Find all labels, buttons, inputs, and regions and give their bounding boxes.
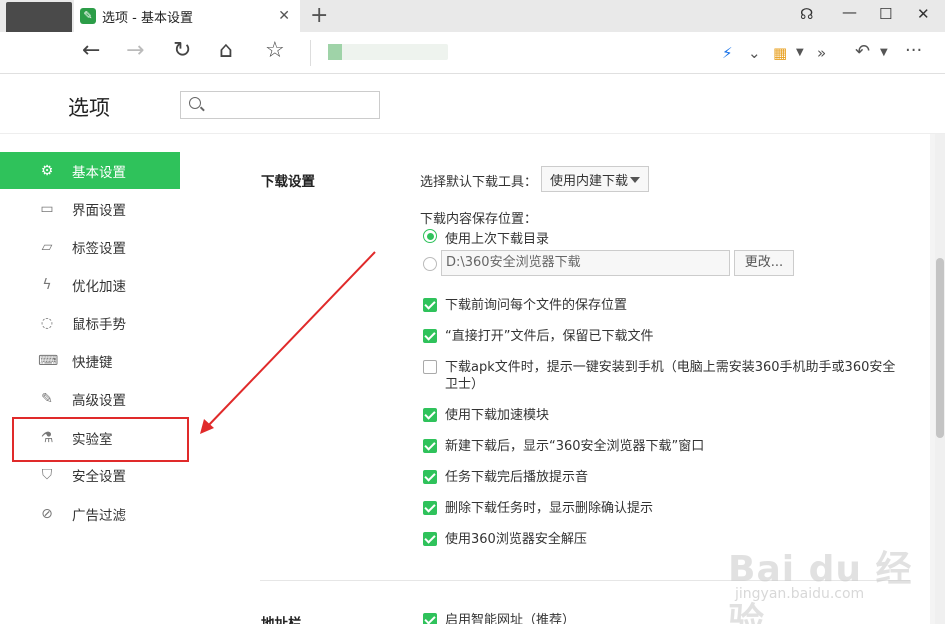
- close-window-icon[interactable]: ✕: [917, 5, 930, 23]
- sidebar-item-label: 界面设置: [72, 202, 126, 219]
- checkbox-confirm-delete[interactable]: [423, 501, 437, 515]
- sidebar-item-label: 鼠标手势: [72, 316, 126, 333]
- sidebar-item-shortcuts[interactable]: ⌨ 快捷键: [0, 342, 180, 379]
- page-title: 选项: [68, 96, 110, 120]
- checkbox-show-window[interactable]: [423, 439, 437, 453]
- checkbox-label: 下载前询问每个文件的保存位置: [445, 298, 628, 313]
- forward-icon[interactable]: →: [126, 38, 144, 63]
- checkbox-play-sound[interactable]: [423, 470, 437, 484]
- checkbox-label: 使用360浏览器安全解压: [445, 532, 587, 547]
- radio-custom-path[interactable]: [423, 257, 437, 271]
- favorite-star-icon[interactable]: ☆: [265, 38, 285, 63]
- chevron-down-icon: [630, 177, 640, 183]
- checkbox-apk-prompt[interactable]: [423, 360, 437, 374]
- apps-dropdown-icon[interactable]: ▼: [796, 47, 804, 58]
- checkbox-keep-opened[interactable]: [423, 329, 437, 343]
- sidebar-item-interface[interactable]: ▭ 界面设置: [0, 190, 180, 227]
- radio-last-directory-label: 使用上次下载目录: [445, 232, 550, 247]
- sidebar-item-basic[interactable]: ⚙ 基本设置: [0, 152, 180, 189]
- checkbox-label: 下载apk文件时，提示一键安装到手机（电脑上需安装360手机助手或360安全卫士…: [445, 360, 896, 392]
- address-separator: [310, 40, 311, 66]
- search-box[interactable]: [180, 91, 380, 119]
- keyboard-icon: ⌨: [38, 352, 59, 369]
- download-tool-select[interactable]: 使用内建下载: [541, 166, 649, 192]
- baidu-watermark: Bai du 经验: [728, 549, 913, 624]
- laptop-icon: ▱: [41, 238, 53, 255]
- checkbox-label: 启用智能网址（推荐）: [445, 613, 576, 624]
- sidebar-item-label: 高级设置: [72, 392, 126, 409]
- lightning-icon: ϟ: [42, 276, 52, 293]
- maximize-icon[interactable]: ☐: [879, 5, 892, 23]
- sidebar-item-label: 标签设置: [72, 240, 126, 257]
- gear-icon: ⚙: [40, 162, 54, 179]
- minimize-icon[interactable]: —: [842, 3, 857, 21]
- checkbox-label: 新建下载后，显示“360安全浏览器下载”窗口: [445, 439, 705, 454]
- toolbar: ← → ↻ ⌂ ☆ ⚡ ⌄ ▦ ▼ » ↶ ▼ ···: [0, 32, 945, 74]
- checkbox-accelerator[interactable]: [423, 408, 437, 422]
- sidebar-item-label: 优化加速: [72, 278, 126, 295]
- download-section-title: 下载设置: [261, 174, 315, 190]
- address-bar[interactable]: [328, 44, 448, 60]
- options-header: 选项: [0, 74, 945, 134]
- change-path-button[interactable]: 更改...: [734, 250, 794, 276]
- addressbar-section-title: 地址栏: [261, 616, 302, 624]
- back-icon[interactable]: ←: [82, 38, 100, 63]
- search-input[interactable]: [207, 95, 375, 115]
- radio-last-directory[interactable]: [423, 229, 437, 243]
- undo-dropdown-icon[interactable]: ▼: [880, 47, 888, 58]
- checkbox-label: 使用下载加速模块: [445, 408, 550, 423]
- checkbox-ask-location[interactable]: [423, 298, 437, 312]
- sidebar-item-tabs[interactable]: ▱ 标签设置: [0, 228, 180, 265]
- checkbox-label: 删除下载任务时，显示删除确认提示: [445, 501, 654, 516]
- scrollbar-thumb[interactable]: [936, 258, 944, 438]
- sidebar-item-label: 基本设置: [72, 164, 126, 181]
- block-icon: ⊘: [41, 505, 53, 522]
- sidebar-item-label: 快捷键: [72, 354, 113, 371]
- lab-highlight-box: [12, 417, 189, 462]
- search-icon: [189, 97, 201, 109]
- tab-options[interactable]: ✎ 选项 - 基本设置 ✕: [74, 0, 300, 32]
- download-path-field[interactable]: D:\360安全浏览器下载: [441, 250, 730, 276]
- checkbox-label: “直接打开”文件后，保留已下载文件: [445, 329, 654, 344]
- checkbox-smart-url[interactable]: [423, 613, 437, 624]
- window-icon: ▭: [40, 200, 54, 217]
- title-bar: ✎ 选项 - 基本设置 ✕ + ☊ — ☐ ✕: [0, 0, 945, 66]
- baidu-watermark-url: jingyan.baidu.com: [735, 586, 865, 602]
- mouse-icon: ◌: [40, 314, 54, 331]
- checkbox-safe-unzip[interactable]: [423, 532, 437, 546]
- shield-icon: ⛉: [41, 466, 53, 483]
- sidebar-item-label: 广告过滤: [72, 507, 126, 524]
- new-tab-button[interactable]: +: [310, 3, 328, 28]
- download-location-label: 下载内容保存位置：: [420, 212, 538, 227]
- lightning-icon[interactable]: ⚡: [722, 44, 733, 62]
- wrench-tab-icon: ✎: [80, 8, 96, 24]
- sidebar-item-label: 安全设置: [72, 468, 126, 485]
- chevron-down-icon[interactable]: ⌄: [748, 44, 761, 62]
- menu-dots-icon[interactable]: ···: [905, 40, 922, 61]
- home-icon[interactable]: ⌂: [219, 38, 233, 63]
- sidebar-item-mouse[interactable]: ◌ 鼠标手势: [0, 304, 180, 341]
- tab-title: 选项 - 基本设置: [102, 10, 193, 26]
- undo-icon[interactable]: ↶: [855, 41, 870, 62]
- skin-icon[interactable]: ☊: [800, 5, 813, 23]
- close-tab-icon[interactable]: ✕: [278, 8, 290, 24]
- refresh-icon[interactable]: ↻: [173, 38, 191, 63]
- sidebar-item-speed[interactable]: ϟ 优化加速: [0, 266, 180, 303]
- apps-icon[interactable]: ▦: [773, 44, 787, 62]
- checkbox-label: 任务下载完后播放提示音: [445, 470, 589, 485]
- sidebar-item-advanced[interactable]: ✎ 高级设置: [0, 380, 180, 417]
- download-tool-label: 选择默认下载工具：: [420, 175, 538, 190]
- download-tool-value: 使用内建下载: [550, 173, 629, 189]
- sidebar-item-adblock[interactable]: ⊘ 广告过滤: [0, 495, 180, 532]
- more-tools-icon[interactable]: »: [817, 44, 826, 62]
- wrench-icon: ✎: [41, 390, 53, 407]
